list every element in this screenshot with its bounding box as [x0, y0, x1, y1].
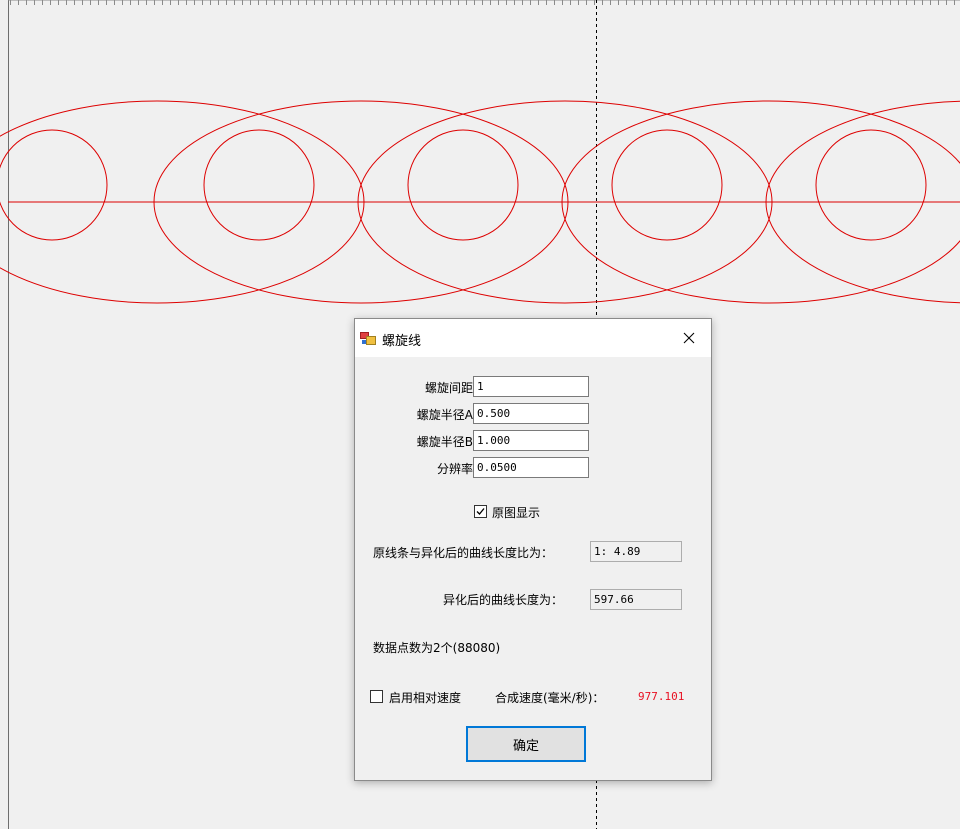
spiral-dialog: 螺旋线 螺旋间距 1 螺旋半径A 0.500 螺旋半径B 1.000 分辨率 0…: [354, 318, 712, 781]
ok-button-label: 确定: [512, 738, 539, 754]
small-loop: [815, 129, 927, 241]
relative-speed-label: 启用相对速度: [389, 691, 462, 705]
spiral-pitch-input[interactable]: 1: [473, 376, 589, 397]
checkmark-icon: [476, 508, 485, 515]
close-icon: [683, 329, 695, 348]
show-original-label: 原图显示: [492, 506, 541, 520]
app-window-icon: [360, 330, 376, 346]
small-loop: [0, 129, 108, 241]
radius-a-input[interactable]: 0.500: [473, 403, 589, 424]
radius-b-input[interactable]: 1.000: [473, 430, 589, 451]
length-value: 597.66: [590, 589, 682, 610]
ruler-ticks: [10, 0, 955, 5]
ok-button[interactable]: 确定: [466, 726, 586, 762]
speed-label: 合成速度(毫米/秒)：: [495, 691, 605, 705]
ratio-label: 原线条与异化后的曲线长度比为：: [373, 546, 554, 560]
resolution-input[interactable]: 0.0500: [473, 457, 589, 478]
field-label-radius-a: 螺旋半径A: [416, 408, 473, 422]
show-original-checkbox[interactable]: [474, 505, 487, 518]
speed-value: 977.101: [638, 690, 685, 703]
points-count: 数据点数为2个(88080): [373, 641, 501, 655]
dialog-titlebar[interactable]: 螺旋线: [355, 319, 711, 357]
length-label: 异化后的曲线长度为：: [443, 593, 564, 607]
field-label-resolution: 分辨率: [436, 462, 473, 476]
field-label-spiral-pitch: 螺旋间距: [424, 381, 473, 395]
dialog-title: 螺旋线: [382, 334, 422, 349]
small-loop: [407, 129, 519, 241]
field-label-radius-b: 螺旋半径B: [416, 435, 473, 449]
close-button[interactable]: [667, 319, 711, 357]
small-loop: [611, 129, 723, 241]
relative-speed-checkbox[interactable]: [370, 690, 383, 703]
dialog-body: 螺旋间距 1 螺旋半径A 0.500 螺旋半径B 1.000 分辨率 0.050…: [355, 357, 711, 782]
small-loop: [203, 129, 315, 241]
ratio-value: 1: 4.89: [590, 541, 682, 562]
